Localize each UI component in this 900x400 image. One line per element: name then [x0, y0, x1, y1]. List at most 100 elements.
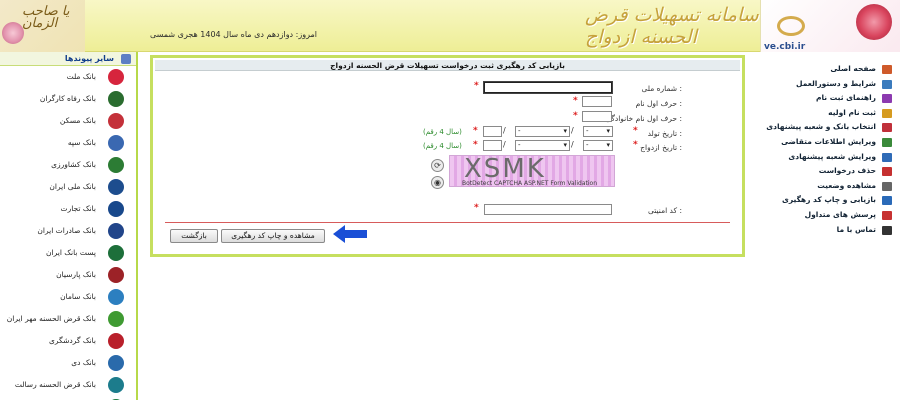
bank-link-label: بانک سامان [60, 292, 96, 301]
first-letter-family-label: حرف اول نام خانوادگی : [605, 114, 682, 123]
bank-link[interactable]: بانک سپه [0, 132, 136, 154]
bank-link-label: پست بانک ایران [46, 248, 96, 257]
menu-item-label: شرایط و دستورالعمل [796, 78, 876, 88]
menu-item[interactable]: بازیابی و چاپ کد رهگیری [760, 193, 900, 208]
menu-item[interactable]: مشاهده وضعیت [760, 179, 900, 194]
national-id-input[interactable] [484, 82, 612, 93]
site-url: ve.cbi.ir [764, 42, 806, 52]
menu-item[interactable]: شرایط و دستورالعمل [760, 77, 900, 92]
required-mark: * [473, 126, 478, 136]
bank-logo-icon [108, 355, 124, 371]
bank-link-label: بانک مسکن [59, 116, 96, 125]
bank-link[interactable]: بانک صادرات ایران [0, 220, 136, 242]
menu-item[interactable]: تماس با ما [760, 223, 900, 238]
captcha-image: XSMK BotDetect CAPTCHA ASP.NET Form Vali… [449, 154, 615, 187]
bank-link[interactable]: بانک تجارت [0, 198, 136, 220]
date-separator: / [503, 140, 506, 149]
right-sidebar-menu: صفحه اصلی شرایط و دستورالعمل راهنمای ثبت ن… [760, 62, 900, 400]
birth-month-value: - [518, 127, 521, 135]
menu-item[interactable]: راهنمای ثبت نام [760, 91, 900, 106]
menu-item-label: ثبت نام اولیه [828, 107, 876, 117]
menu-item-label: حذف درخواست [818, 166, 876, 176]
marriage-year-hint: (سال 4 رقم) [423, 142, 462, 150]
bank-logo-icon [108, 333, 124, 349]
bank-link[interactable]: بانک کشاورزی [0, 154, 136, 176]
bank-logo-icon [108, 135, 124, 151]
back-button[interactable]: بازگشت [170, 229, 218, 243]
bank-link-label: بانک صادرات ایران [37, 226, 96, 235]
bank-link[interactable]: بانک ملی ایران [0, 176, 136, 198]
required-mark: * [633, 126, 638, 136]
bank-link-label: بانک ملی ایران [49, 182, 96, 191]
chevron-down-icon: ▾ [606, 127, 610, 135]
menu-item-label: بازیابی و چاپ کد رهگیری [781, 195, 876, 205]
refresh-captcha-icon[interactable]: ⟳ [431, 159, 444, 172]
first-letter-family-input[interactable] [582, 111, 612, 122]
bank-logo-icon [108, 113, 124, 129]
view-print-tracking-button[interactable]: مشاهده و چاپ کد رهگیری [221, 229, 325, 243]
marriage-year-input[interactable] [483, 140, 502, 151]
menu-item-label: انتخاب بانک و شعبه پیشنهادی [766, 122, 876, 132]
menu-item[interactable]: حذف درخواست [760, 164, 900, 179]
bank-link[interactable]: بانک گردشگری [0, 330, 136, 352]
marriage-month-select[interactable]: - ▾ [515, 140, 570, 151]
menu-item[interactable]: ویرایش شعبه پیشنهادی [760, 150, 900, 165]
marriage-day-select[interactable]: - ▾ [583, 140, 613, 151]
bank-link[interactable]: پست بانک ایران [0, 242, 136, 264]
birth-day-select[interactable]: - ▾ [583, 126, 613, 137]
bank-logo-icon [108, 311, 124, 327]
menu-list: صفحه اصلی شرایط و دستورالعمل راهنمای ثبت ن… [760, 62, 900, 237]
bank-link[interactable]: بانک کارآفرین [0, 396, 136, 400]
captcha-note: BotDetect CAPTCHA ASP.NET Form Validatio… [462, 180, 597, 187]
bank-logo-icon [108, 267, 124, 283]
rings-icon [777, 16, 805, 36]
bank-link[interactable]: بانک پارسیان [0, 264, 136, 286]
bank-link[interactable]: بانک قرض الحسنه مهر ایران [0, 308, 136, 330]
bank-link[interactable]: بانک ملت [0, 66, 136, 88]
menu-item-label: پرسش های متداول [804, 209, 876, 219]
bank-link[interactable]: بانک دی [0, 352, 136, 374]
links-header-label: سایر پیوندها [64, 54, 114, 63]
menu-item-label: ویرایش اطلاعات متقاضی [781, 136, 876, 146]
bank-link[interactable]: بانک قرض الحسنه رسالت [0, 374, 136, 396]
chevron-down-icon: ▾ [563, 141, 567, 149]
menu-item[interactable]: صفحه اصلی [760, 62, 900, 77]
menu-item[interactable]: ثبت نام اولیه [760, 106, 900, 121]
date-separator: / [571, 126, 574, 135]
bank-link-label: بانک قرض الحسنه رسالت [14, 380, 96, 389]
menu-item-icon [882, 79, 892, 89]
bank-link[interactable]: بانک رفاه کارگران [0, 88, 136, 110]
form-divider [165, 222, 730, 223]
bank-logo-icon [108, 245, 124, 261]
bank-link-label: بانک رفاه کارگران [39, 94, 96, 103]
bank-link[interactable]: بانک سامان [0, 286, 136, 308]
left-logo: یا صاحب الزمان [0, 0, 85, 52]
required-mark: * [473, 140, 478, 150]
menu-item-label: ویرایش شعبه پیشنهادی [788, 151, 876, 161]
today-date: امروز: دوازدهم دی ماه سال 1404 هجری شمسی [150, 30, 318, 39]
security-code-input[interactable] [484, 204, 612, 215]
date-separator: / [503, 126, 506, 135]
bank-list: بانک ملت بانک رفاه کارگران بانک مسکن بانک س… [0, 66, 136, 400]
menu-item-icon [882, 210, 892, 220]
marriage-month-value: - [518, 141, 521, 149]
flower-icon [2, 22, 24, 44]
marriage-day-value: - [586, 141, 589, 149]
audio-captcha-icon[interactable]: ◉ [431, 176, 444, 189]
menu-item-icon [882, 167, 892, 177]
first-letter-name-input[interactable] [582, 96, 612, 107]
bank-link-label: بانک تجارت [60, 204, 96, 213]
menu-item-icon [882, 181, 892, 191]
birth-day-value: - [586, 127, 589, 135]
menu-item-icon [882, 123, 892, 133]
bank-logo-icon [108, 91, 124, 107]
birth-month-select[interactable]: - ▾ [515, 126, 570, 137]
date-separator: / [571, 140, 574, 149]
right-logo: ve.cbi.ir [760, 0, 900, 52]
bank-link[interactable]: بانک مسکن [0, 110, 136, 132]
birth-year-input[interactable] [483, 126, 502, 137]
menu-item[interactable]: ویرایش اطلاعات متقاضی [760, 135, 900, 150]
menu-item-icon [882, 152, 892, 162]
menu-item[interactable]: پرسش های متداول [760, 208, 900, 223]
menu-item[interactable]: انتخاب بانک و شعبه پیشنهادی [760, 120, 900, 135]
